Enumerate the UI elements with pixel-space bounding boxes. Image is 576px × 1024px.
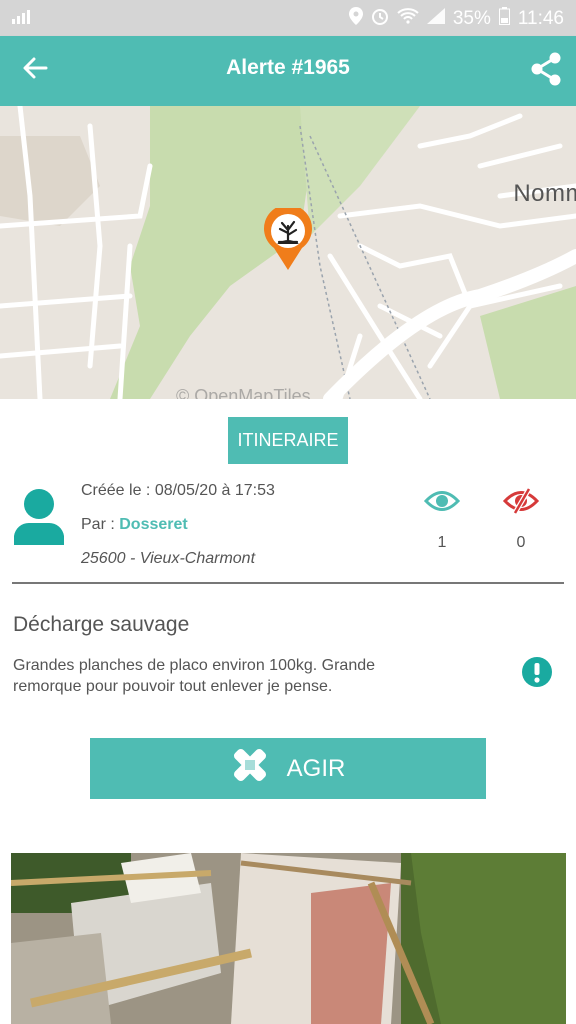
agir-label: AGIR [286,754,346,782]
share-icon[interactable] [530,52,562,91]
unseen-eye-icon[interactable] [502,487,540,519]
battery-icon [498,7,510,31]
app-bar: Alerte #1965 [0,36,576,106]
map-town-label: Nomm [513,180,576,207]
clock: 11:46 [517,8,564,29]
avatar-icon [14,487,64,550]
wifi-icon [397,8,419,30]
author-name[interactable]: Dosseret [119,516,187,533]
alarm-icon [371,7,389,31]
location-text: 25600 - Vieux-Charmont [81,550,256,567]
map-view[interactable]: Nomm © OpenMapTiles [0,106,576,399]
alert-photo[interactable] [11,853,566,1024]
report-warning-icon[interactable] [522,657,552,692]
page-title: Alerte #1965 [226,56,350,79]
alert-title: Décharge sauvage [13,613,190,636]
alert-description: Grandes planches de placo environ 100kg.… [13,657,376,695]
unseen-count: 0 [516,534,526,551]
agir-button[interactable]: AGIR [90,738,486,799]
alert-marker-icon[interactable] [262,204,314,277]
bandage-icon [231,746,269,791]
created-date: Créée le : 08/05/20 à 17:53 [81,482,275,499]
seen-eye-icon[interactable] [423,488,461,519]
battery-percent: 35% [452,8,491,29]
signal-icon [426,8,445,30]
location-icon [348,7,363,31]
author-prefix: Par : [81,516,120,533]
notification-icon [12,10,32,29]
map-attribution: © OpenMapTiles [176,386,311,399]
status-bar: 35% 11:46 [0,0,576,36]
itinerary-button[interactable]: ITINERAIRE [228,417,348,464]
seen-count: 1 [437,534,447,551]
divider [12,582,564,584]
photo-image [11,853,566,1024]
author-line: Par : Dosseret [81,516,188,534]
